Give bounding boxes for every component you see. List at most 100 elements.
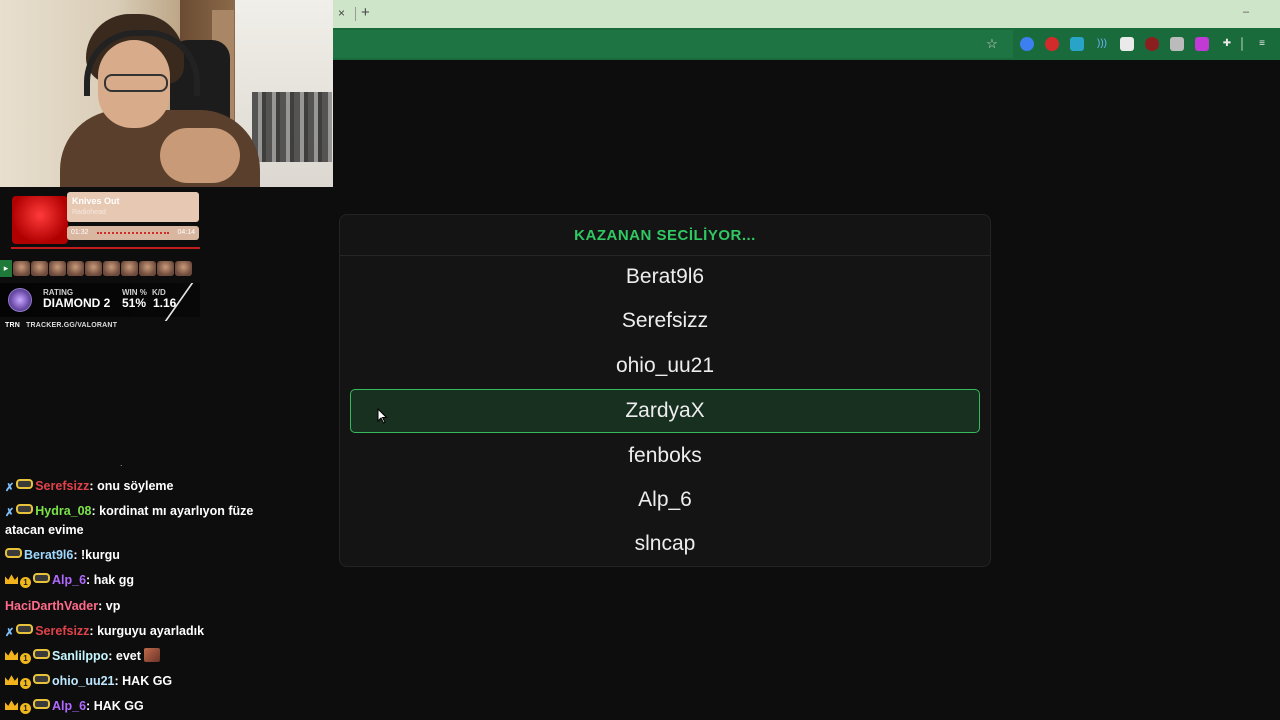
- elapsed-time: 01:32: [71, 229, 89, 236]
- chat-username[interactable]: Berat9l6: [24, 548, 73, 562]
- chat-username[interactable]: Hydra_08: [35, 504, 91, 518]
- chat-text: kurguyu ayarladık: [97, 623, 205, 638]
- glasses-icon: [33, 649, 50, 660]
- chat-message: 1 ohio_uu21: HAK GG: [5, 669, 295, 694]
- sword-icon: ✗: [5, 482, 15, 494]
- tracker-credit: TRN TRACKER.GG/VALORANT: [5, 322, 117, 329]
- ublock-icon[interactable]: [1145, 37, 1159, 51]
- browser-tab-bar: × + –: [333, 0, 1280, 28]
- agent-icon: [175, 260, 192, 276]
- mouse-cursor-icon: [377, 408, 387, 424]
- glasses-icon: [33, 699, 50, 710]
- candidate-name-highlighted: ZardyaX: [350, 388, 980, 433]
- agent-icon: [13, 260, 30, 276]
- progress-track: [97, 232, 169, 236]
- agent-icon: [67, 260, 84, 276]
- crown-icon: [5, 700, 18, 711]
- extension-icon[interactable]: [1170, 37, 1184, 51]
- candidate-name: fenboks: [628, 443, 702, 467]
- extension-icon[interactable]: [1045, 37, 1059, 51]
- extension-icon[interactable]: [1020, 37, 1034, 51]
- chat-text: HAK GG: [122, 674, 173, 689]
- bookmark-star-icon[interactable]: ☆: [985, 37, 999, 51]
- chat-separator: :: [91, 504, 100, 519]
- chat-message: 1 Alp_6: HAK GG: [5, 694, 295, 719]
- candidate-name: Berat9l6: [625, 265, 705, 288]
- glasses-icon: [5, 548, 22, 559]
- chat-text: hak gg: [93, 573, 134, 588]
- chat-separator: :: [89, 479, 98, 493]
- album-art: [12, 196, 68, 244]
- chat-text: !kurgu: [80, 548, 120, 563]
- glasses-icon: [16, 504, 34, 515]
- agent-icon: [103, 260, 120, 276]
- translate-icon[interactable]: [1070, 37, 1084, 51]
- divider: [355, 7, 356, 21]
- minimize-icon[interactable]: –: [1243, 6, 1249, 18]
- crown-icon: [5, 574, 18, 585]
- chat-message: HaciDarthVader: vp: [5, 594, 295, 619]
- tracker-url: TRACKER.GG/VALORANT: [26, 322, 118, 329]
- chat-message: Berat9l6: !kurgu: [5, 543, 295, 568]
- close-tab-button[interactable]: ×: [338, 6, 345, 20]
- chat-separator: :: [98, 598, 106, 613]
- divider: [11, 247, 200, 249]
- browser-toolbar: ☆ ))) ✚ ≡: [333, 28, 1280, 60]
- chat-text: HAK GG: [93, 699, 144, 714]
- crown-icon: [5, 650, 18, 661]
- webcam-background: [252, 92, 332, 162]
- sword-icon: ✗: [5, 507, 15, 520]
- glasses: [104, 74, 168, 92]
- glasses-icon: [33, 674, 50, 685]
- chat-username[interactable]: Serefsizz: [35, 624, 89, 638]
- one-icon: 1: [20, 653, 31, 665]
- agent-history: ▸: [0, 259, 192, 277]
- total-time: 04:14: [177, 229, 195, 236]
- chat-separator: :: [89, 623, 98, 638]
- puzzle-icon[interactable]: ✚: [1220, 37, 1234, 51]
- divider: [1241, 37, 1243, 51]
- candidate-name: Alp_6: [638, 488, 692, 512]
- playback-progress: 01:32 04:14: [67, 226, 199, 240]
- candidate-name: ohio_uu21: [615, 353, 715, 377]
- streamer: [160, 128, 240, 183]
- chat-text: onu söyleme: [97, 479, 174, 493]
- extension-icon[interactable]: [1120, 37, 1134, 51]
- agent-icon: [31, 260, 48, 276]
- address-bar[interactable]: [333, 30, 1013, 58]
- chat-username[interactable]: Alp_6: [52, 699, 86, 713]
- glasses-icon: [16, 479, 34, 489]
- audio-icon[interactable]: ))): [1095, 37, 1109, 51]
- candidate-name: Serefsizz: [621, 309, 709, 333]
- chat-message: 1 Sanlilppo: evet: [5, 644, 295, 669]
- chat-username[interactable]: Serefsizz: [35, 479, 89, 493]
- chat-username[interactable]: Alp_6: [52, 573, 86, 587]
- agent-icon: [121, 260, 138, 276]
- one-icon: 1: [20, 577, 31, 589]
- chat-text: vp: [105, 598, 121, 613]
- chat-separator: :: [86, 573, 94, 588]
- chat-separator: :: [86, 699, 94, 714]
- one-icon: 1: [20, 703, 31, 715]
- winner-picker-panel: KAZANAN SECİLİYOR... Berat9l6 Serefsizz oh…: [339, 214, 991, 567]
- chat-username[interactable]: Sanlilppo: [52, 649, 108, 663]
- rating-value: DIAMOND 2: [43, 296, 111, 310]
- extension-icon[interactable]: [1195, 37, 1209, 51]
- chat-username[interactable]: ohio_uu21: [52, 674, 115, 688]
- new-tab-button[interactable]: +: [361, 4, 370, 21]
- one-icon: 1: [20, 678, 31, 690]
- chat-separator: :: [114, 674, 123, 689]
- play-icon: ▸: [0, 259, 12, 277]
- song-card: Knives Out Radiohead: [67, 192, 199, 222]
- stray-mark: .: [120, 458, 123, 468]
- emote-icon: [143, 648, 160, 663]
- picker-title: KAZANAN SECİLİYOR...: [340, 215, 990, 256]
- chat-message: ✗ Serefsizz: kurguyu ayarladık: [5, 619, 295, 644]
- menu-icon[interactable]: ≡: [1255, 37, 1269, 51]
- song-artist: Radiohead: [72, 209, 106, 216]
- glasses-icon: [16, 623, 34, 634]
- chat-username[interactable]: HaciDarthVader: [5, 599, 98, 613]
- sword-icon: ✗: [5, 626, 15, 639]
- agent-icon: [157, 260, 174, 276]
- crown-icon: [5, 675, 18, 686]
